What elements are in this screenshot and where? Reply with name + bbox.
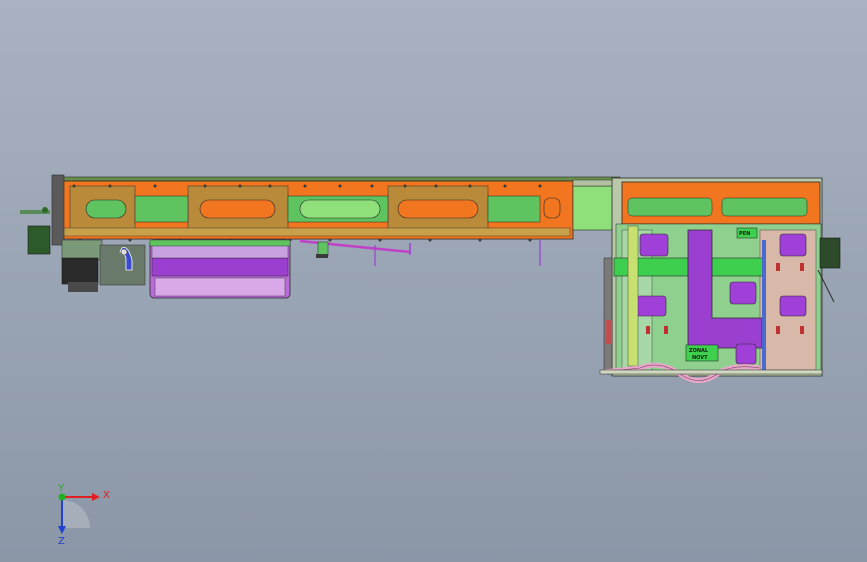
right-box-assembly[interactable]: PEN ZONAL NOVT (599, 177, 841, 383)
tag-upper-text: PEN (739, 231, 750, 237)
z-axis-arrow-icon (58, 526, 66, 534)
z-axis-label: Z (58, 536, 65, 547)
under-beam-parts[interactable] (299, 239, 541, 266)
tag-lower-text-2: NOVT (692, 355, 708, 361)
slot-3 (299, 199, 381, 219)
assembly-model[interactable]: PEN ZONAL NOVT X Y Z (0, 0, 867, 562)
x-axis-label: X (103, 490, 110, 501)
beam-bottom-strip (59, 227, 571, 237)
main-beam-assembly[interactable] (54, 176, 624, 242)
purple-tank[interactable] (149, 239, 291, 299)
beam-green-strip-3 (487, 195, 541, 223)
slot-4 (397, 199, 479, 219)
x-axis-arrow-icon (92, 493, 100, 501)
top-rail (54, 176, 621, 182)
tag-lower-text-1: ZONAL (689, 348, 709, 354)
y-axis-label: Y (57, 483, 65, 494)
y-axis-dot-icon (58, 493, 66, 501)
axis-triad: X Y Z (57, 483, 110, 547)
slot-2 (199, 199, 276, 219)
slot-5 (543, 197, 561, 219)
beam-green-strip-1 (134, 195, 189, 223)
purple-hose (299, 239, 411, 254)
cad-viewport[interactable]: PEN ZONAL NOVT X Y Z (0, 0, 867, 562)
slot-1 (85, 199, 127, 219)
